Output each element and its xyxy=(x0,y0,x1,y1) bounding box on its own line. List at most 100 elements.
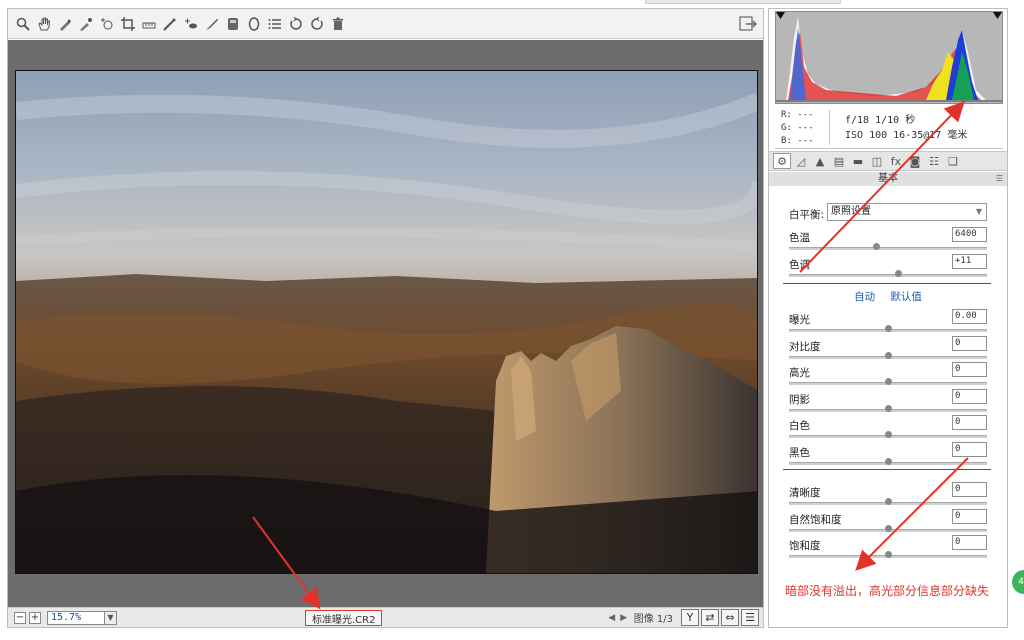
crop-icon[interactable] xyxy=(119,14,136,34)
white-balance-label: 白平衡: xyxy=(789,209,825,221)
zoom-out-button[interactable]: − xyxy=(14,611,26,624)
previous-image-icon[interactable]: ◀ xyxy=(606,613,618,623)
file-name-label: 标准曝光.CR2 xyxy=(305,610,383,626)
slider-value-field[interactable]: 0 xyxy=(952,335,987,351)
tab-effects[interactable]: fx xyxy=(887,153,905,169)
adjustment-panel: R: --- G: --- B: --- f/18 1/10 秒 ISO 100… xyxy=(768,8,1008,628)
slider-row: 高光 0 xyxy=(789,362,987,388)
slider-label: 白色 xyxy=(789,420,810,432)
slider-value-field[interactable]: 0 xyxy=(952,388,987,404)
zoom-icon[interactable] xyxy=(14,14,31,34)
white-balance-icon[interactable] xyxy=(56,14,73,34)
camera-raw-window: − + 15.7% ▼ 标准曝光.CR2 ◀ ▶ 图像 1/3 Y ⇄ ⇔ ☰ xyxy=(0,0,1024,640)
slider-thumb[interactable] xyxy=(885,498,892,505)
before-after-toggle-icon[interactable]: Y xyxy=(681,609,699,626)
slider-row: 清晰度 0 xyxy=(789,482,987,508)
tab-tone-curve[interactable]: ◿ xyxy=(792,153,810,169)
straighten-icon[interactable] xyxy=(140,14,157,34)
slider-value-field[interactable]: 0.00 xyxy=(952,309,987,324)
image-navigation: ◀ ▶ 图像 1/3 Y ⇄ ⇔ ☰ xyxy=(606,609,759,626)
slider-label: 色温 xyxy=(789,232,810,244)
divider xyxy=(783,283,991,284)
slider-label: 阴影 xyxy=(789,393,810,406)
tab-presets[interactable]: ☷ xyxy=(925,153,943,169)
slider-value-field[interactable]: 6400 xyxy=(952,227,987,242)
slider-row: 阴影 0 xyxy=(789,388,987,415)
tab-basic[interactable]: ⚙ xyxy=(773,153,791,169)
tab-snapshots[interactable]: ❏ xyxy=(944,153,962,169)
rotate-right-icon[interactable] xyxy=(308,14,325,34)
slider-value-field[interactable]: 0 xyxy=(952,441,987,457)
chevron-down-icon[interactable]: ▼ xyxy=(105,610,117,625)
tab-camera-calibration[interactable]: ◙ xyxy=(906,153,924,169)
red-readout: R: --- xyxy=(781,110,814,120)
editor-pane: − + 15.7% ▼ 标准曝光.CR2 ◀ ▶ 图像 1/3 Y ⇄ ⇔ ☰ xyxy=(7,8,764,628)
rotate-left-icon[interactable] xyxy=(287,14,304,34)
next-image-icon[interactable]: ▶ xyxy=(618,613,630,623)
floating-badge[interactable]: 43 xyxy=(1012,570,1024,594)
swap-settings-icon[interactable]: ⇔ xyxy=(721,609,739,626)
preview-photo[interactable] xyxy=(15,70,758,574)
slider-track[interactable] xyxy=(789,247,987,250)
red-eye-icon[interactable] xyxy=(182,14,199,34)
preview-preferences-icon[interactable]: ☰ xyxy=(741,609,759,626)
highlight-clipping-warning-icon[interactable] xyxy=(993,12,1002,19)
slider-value-field[interactable]: 0 xyxy=(952,508,987,524)
tab-split-toning[interactable]: ▬ xyxy=(849,153,867,169)
slider-value-field[interactable]: 0 xyxy=(952,415,987,430)
image-counter: 图像 1/3 xyxy=(633,614,673,625)
slider-row: 色调 +11 xyxy=(789,253,987,280)
slider-value-field[interactable]: +11 xyxy=(952,253,987,269)
panel-menu-icon[interactable]: ☰ xyxy=(996,172,1003,186)
histogram xyxy=(775,11,1003,104)
slider-thumb[interactable] xyxy=(885,404,892,412)
shadow-clipping-warning-icon[interactable] xyxy=(776,12,785,19)
slider-value-field[interactable]: 0 xyxy=(952,362,987,377)
annotation-text: 暗部没有溢出，高光部分信息部分缺失 xyxy=(785,584,990,598)
image-canvas[interactable] xyxy=(8,40,763,607)
tab-hsl[interactable]: ▤ xyxy=(830,153,848,169)
zoom-level-select[interactable]: 15.7% xyxy=(47,610,105,625)
slider-thumb[interactable] xyxy=(885,325,892,332)
slider-thumb[interactable] xyxy=(885,524,892,532)
graduated-filter-icon[interactable] xyxy=(224,14,241,34)
color-sampler-icon[interactable] xyxy=(77,14,94,34)
toggle-settings-icon[interactable]: ⇄ xyxy=(701,609,719,626)
white-balance-value: 原照设置 xyxy=(831,206,871,217)
slider-label: 对比度 xyxy=(789,340,821,353)
slider-row: 自然饱和度 0 xyxy=(789,508,987,535)
zoom-in-button[interactable]: + xyxy=(29,611,41,624)
spot-removal-icon[interactable] xyxy=(161,14,178,34)
auto-button[interactable]: 自动 xyxy=(854,291,875,303)
hand-icon[interactable] xyxy=(35,14,52,34)
chevron-down-icon: ▼ xyxy=(975,207,982,216)
tab-lens-corrections[interactable]: ◫ xyxy=(868,153,886,169)
slider-row: 对比度 0 xyxy=(789,335,987,362)
slider-label: 清晰度 xyxy=(789,487,821,499)
list-icon[interactable] xyxy=(266,14,283,34)
slider-thumb[interactable] xyxy=(885,431,892,438)
target-adjust-icon[interactable] xyxy=(98,14,115,34)
slider-value-field[interactable]: 0 xyxy=(952,535,987,550)
tab-detail[interactable]: ▲ xyxy=(811,153,829,169)
slider-thumb[interactable] xyxy=(885,378,892,385)
white-balance-select[interactable]: 原照设置 ▼ xyxy=(827,203,987,221)
slider-track[interactable] xyxy=(789,273,987,277)
exposure-info: f/18 1/10 秒 xyxy=(845,115,916,126)
auto-default-row: 自动 默认值 xyxy=(769,289,1007,304)
divider xyxy=(783,469,991,470)
slider-thumb[interactable] xyxy=(885,351,892,359)
status-bar: − + 15.7% ▼ 标准曝光.CR2 ◀ ▶ 图像 1/3 Y ⇄ ⇔ ☰ xyxy=(8,607,763,627)
adjustment-brush-icon[interactable] xyxy=(203,14,220,34)
default-button[interactable]: 默认值 xyxy=(890,291,922,303)
slider-value-field[interactable]: 0 xyxy=(952,482,987,497)
radial-filter-icon[interactable] xyxy=(245,14,262,34)
exit-fullscreen-icon[interactable] xyxy=(739,15,757,33)
trash-icon[interactable] xyxy=(329,14,346,34)
slider-thumb[interactable] xyxy=(885,457,892,465)
slider-thumb[interactable] xyxy=(894,269,902,277)
top-tab-strip xyxy=(645,0,841,4)
white-balance-row: 白平衡: 原照设置 ▼ xyxy=(789,203,987,223)
slider-thumb[interactable] xyxy=(885,551,892,558)
slider-label: 色调 xyxy=(789,258,810,271)
